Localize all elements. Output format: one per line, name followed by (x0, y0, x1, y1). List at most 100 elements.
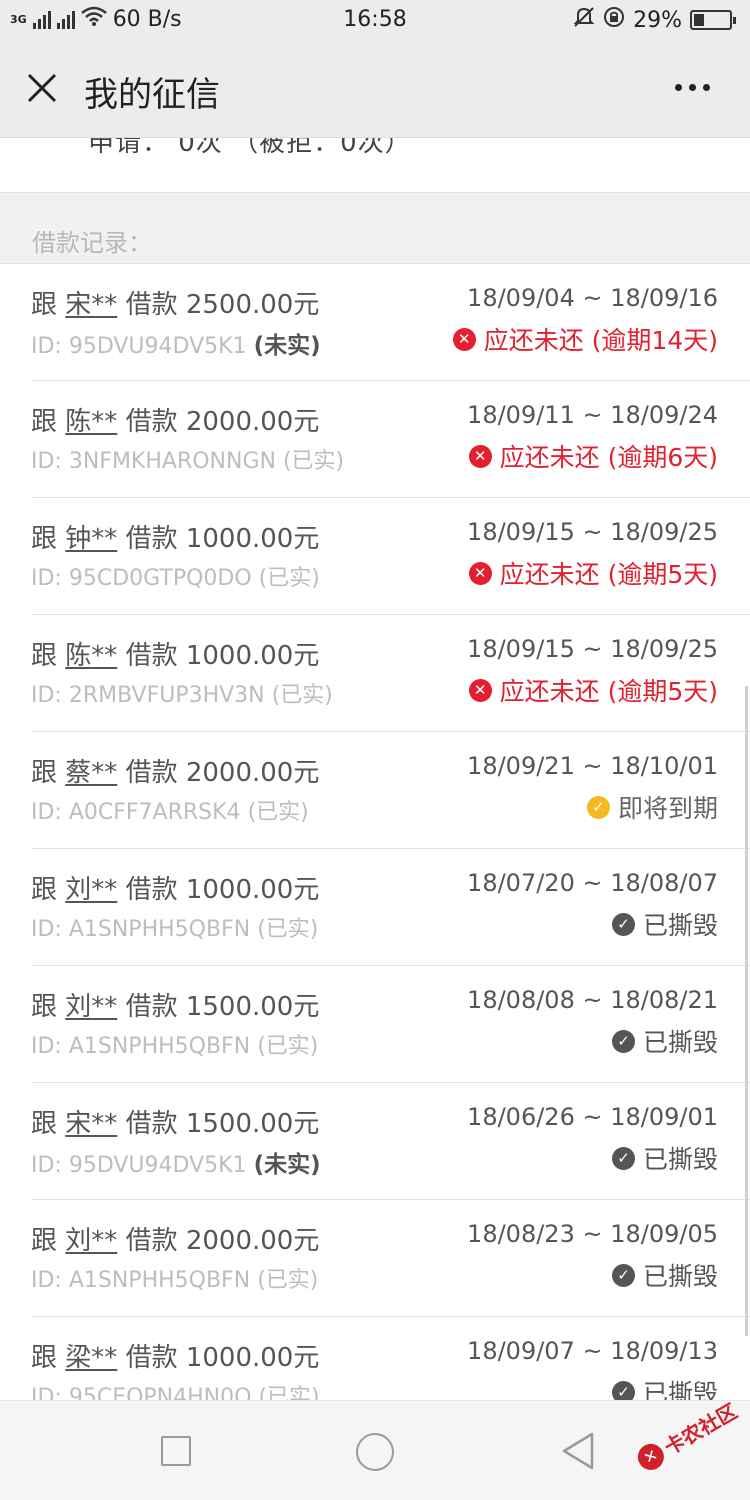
record-title: 跟 刘** 借款 1500.00元 (31, 986, 319, 1023)
record-id: ID: 95CEQPN4HN0O (31, 1385, 252, 1400)
record-row[interactable]: 跟 刘** 借款 2000.00元 ID: A1SNPHH5QBFN (已实) 18… (31, 1200, 750, 1317)
record-title: 跟 宋** 借款 1500.00元 (31, 1103, 319, 1140)
mute-icon (573, 6, 595, 34)
record-prefix: 跟 (31, 992, 58, 1022)
record-id-line: ID: A0CFF7ARRSK4 (已实) (31, 794, 309, 826)
record-row[interactable]: 跟 刘** 借款 1000.00元 ID: A1SNPHH5QBFN (已实) 18… (31, 849, 750, 966)
signal-2-icon (56, 9, 75, 29)
record-id: ID: A1SNPHH5QBFN (31, 917, 251, 942)
lock-rotation-icon (603, 6, 625, 34)
record-amount: 借款 2000.00元 (125, 407, 320, 437)
record-lender[interactable]: 钟** (65, 524, 117, 554)
record-amount: 借款 1000.00元 (125, 524, 320, 554)
record-title: 跟 蔡** 借款 2000.00元 (31, 752, 319, 789)
record-row[interactable]: 跟 刘** 借款 1500.00元 ID: A1SNPHH5QBFN (已实) 18… (31, 966, 750, 1083)
record-verify-tag: (已实) (258, 1385, 320, 1400)
record-verify-tag: (已实) (282, 449, 345, 474)
record-id-line: ID: 3NFMKHARONNGN (已实) (31, 443, 344, 475)
record-verify-tag: (已实) (247, 800, 309, 825)
close-icon[interactable] (26, 72, 58, 104)
records-section-label: 借款记录： (32, 229, 152, 257)
record-row[interactable]: 跟 陈** 借款 1000.00元 ID: 2RMBVFUP3HV3N (已实) 1… (31, 615, 750, 732)
record-id-line: ID: A1SNPHH5QBFN (已实) (31, 911, 318, 943)
record-lender[interactable]: 宋** (65, 290, 117, 320)
record-date-range: 18/09/11 ~ 18/09/24 (467, 401, 718, 429)
status-bar: 3G 60 B/s 16:58 29% (0, 0, 750, 38)
title-bar: 我的征信 (0, 38, 750, 138)
record-date-range: 18/09/04 ~ 18/09/16 (467, 284, 718, 312)
record-status: ✓ 已撕毁 (611, 906, 718, 942)
apply-summary-row: 申请： 0次 （被拒：0次） (0, 138, 750, 193)
record-prefix: 跟 (31, 290, 58, 320)
status-left: 3G 60 B/s (10, 6, 182, 32)
record-date-range: 18/08/23 ~ 18/09/05 (467, 1220, 718, 1248)
record-lender[interactable]: 梁** (65, 1343, 117, 1373)
record-status: ✓ 已撕毁 (611, 1374, 718, 1400)
record-verify-tag: (未实) (253, 333, 321, 359)
record-lender[interactable]: 陈** (65, 407, 117, 437)
record-status: ✓ 已撕毁 (611, 1023, 718, 1059)
record-status-text: 已撕毁 (642, 1379, 718, 1400)
error-icon: ✕ (468, 444, 492, 468)
record-lender[interactable]: 蔡** (65, 758, 117, 788)
record-date-range: 18/06/26 ~ 18/09/01 (467, 1103, 718, 1131)
record-id: ID: 2RMBVFUP3HV3N (31, 683, 265, 708)
record-amount: 借款 1000.00元 (125, 1343, 320, 1373)
signal-icon (32, 9, 51, 29)
circle-icon[interactable] (356, 1433, 394, 1471)
record-prefix: 跟 (31, 641, 58, 671)
check-icon: ✓ (611, 1263, 635, 1287)
network-speed: 60 B/s (112, 6, 182, 32)
triangle-back-icon[interactable] (560, 1431, 596, 1471)
record-row[interactable]: 跟 宋** 借款 1500.00元 ID: 95DVU94DV5K1 (未实) 18… (31, 1083, 750, 1200)
error-icon: ✕ (452, 327, 476, 351)
content[interactable]: 申请： 0次 （被拒：0次） 借款记录： 跟 宋** 借款 2500.00元 ID… (0, 138, 750, 1400)
records-list: 跟 宋** 借款 2500.00元 ID: 95DVU94DV5K1 (未实) 18… (0, 264, 750, 1400)
check-icon: ✓ (586, 795, 610, 819)
record-verify-tag: (未实) (253, 1152, 321, 1178)
record-status-text: 应还未还 (逾期6天) (499, 443, 718, 472)
record-id-line: ID: 2RMBVFUP3HV3N (已实) (31, 677, 333, 709)
scrollbar[interactable] (745, 686, 748, 1336)
record-amount: 借款 1500.00元 (125, 992, 320, 1022)
record-date-range: 18/08/08 ~ 18/08/21 (467, 986, 718, 1014)
record-title: 跟 陈** 借款 1000.00元 (31, 635, 319, 672)
record-status: ✕ 应还未还 (逾期14天) (452, 321, 718, 357)
record-status-text: 已撕毁 (642, 1262, 718, 1291)
battery-icon (690, 10, 736, 30)
record-status: ✕ 应还未还 (逾期6天) (468, 438, 718, 474)
record-status: ✕ 应还未还 (逾期5天) (468, 555, 718, 591)
check-icon: ✓ (611, 1029, 635, 1053)
record-status: ✓ 即将到期 (586, 789, 718, 825)
record-lender[interactable]: 刘** (65, 1226, 117, 1256)
record-lender[interactable]: 刘** (65, 992, 117, 1022)
record-amount: 借款 1000.00元 (125, 641, 320, 671)
record-prefix: 跟 (31, 407, 58, 437)
record-id-line: ID: A1SNPHH5QBFN (已实) (31, 1262, 318, 1294)
record-id-line: ID: 95DVU94DV5K1 (未实) (31, 1145, 321, 1179)
record-status: ✓ 已撕毁 (611, 1140, 718, 1176)
record-status-text: 应还未还 (逾期14天) (483, 326, 718, 355)
record-id-line: ID: 95DVU94DV5K1 (未实) (31, 326, 321, 360)
apply-summary-text: 申请： 0次 （被拒：0次） (88, 138, 412, 158)
record-row[interactable]: 跟 钟** 借款 1000.00元 ID: 95CD0GTPQ0DO (已实) 18… (31, 498, 750, 615)
record-amount: 借款 1000.00元 (125, 875, 320, 905)
record-row[interactable]: 跟 蔡** 借款 2000.00元 ID: A0CFF7ARRSK4 (已实) 18… (31, 732, 750, 849)
record-lender[interactable]: 宋** (65, 1109, 117, 1139)
record-status: ✕ 应还未还 (逾期5天) (468, 672, 718, 708)
record-lender[interactable]: 刘** (65, 875, 117, 905)
square-icon[interactable] (161, 1436, 191, 1466)
record-status-text: 已撕毁 (642, 911, 718, 940)
record-row[interactable]: 跟 陈** 借款 2000.00元 ID: 3NFMKHARONNGN (已实) 1… (31, 381, 750, 498)
battery-percent: 29% (633, 7, 682, 33)
record-row[interactable]: 跟 宋** 借款 2500.00元 ID: 95DVU94DV5K1 (未实) 18… (31, 264, 750, 381)
record-id: ID: 95DVU94DV5K1 (31, 1153, 247, 1178)
more-icon[interactable] (675, 84, 710, 91)
record-title: 跟 刘** 借款 2000.00元 (31, 1220, 319, 1257)
record-row[interactable]: 跟 梁** 借款 1000.00元 ID: 95CEQPN4HN0O (已实) 18… (31, 1317, 750, 1400)
record-id-line: ID: 95CEQPN4HN0O (已实) (31, 1379, 320, 1400)
record-lender[interactable]: 陈** (65, 641, 117, 671)
record-id: ID: A0CFF7ARRSK4 (31, 800, 241, 825)
navigation-bar: ✕ 卡农社区 (0, 1399, 750, 1500)
record-prefix: 跟 (31, 758, 58, 788)
